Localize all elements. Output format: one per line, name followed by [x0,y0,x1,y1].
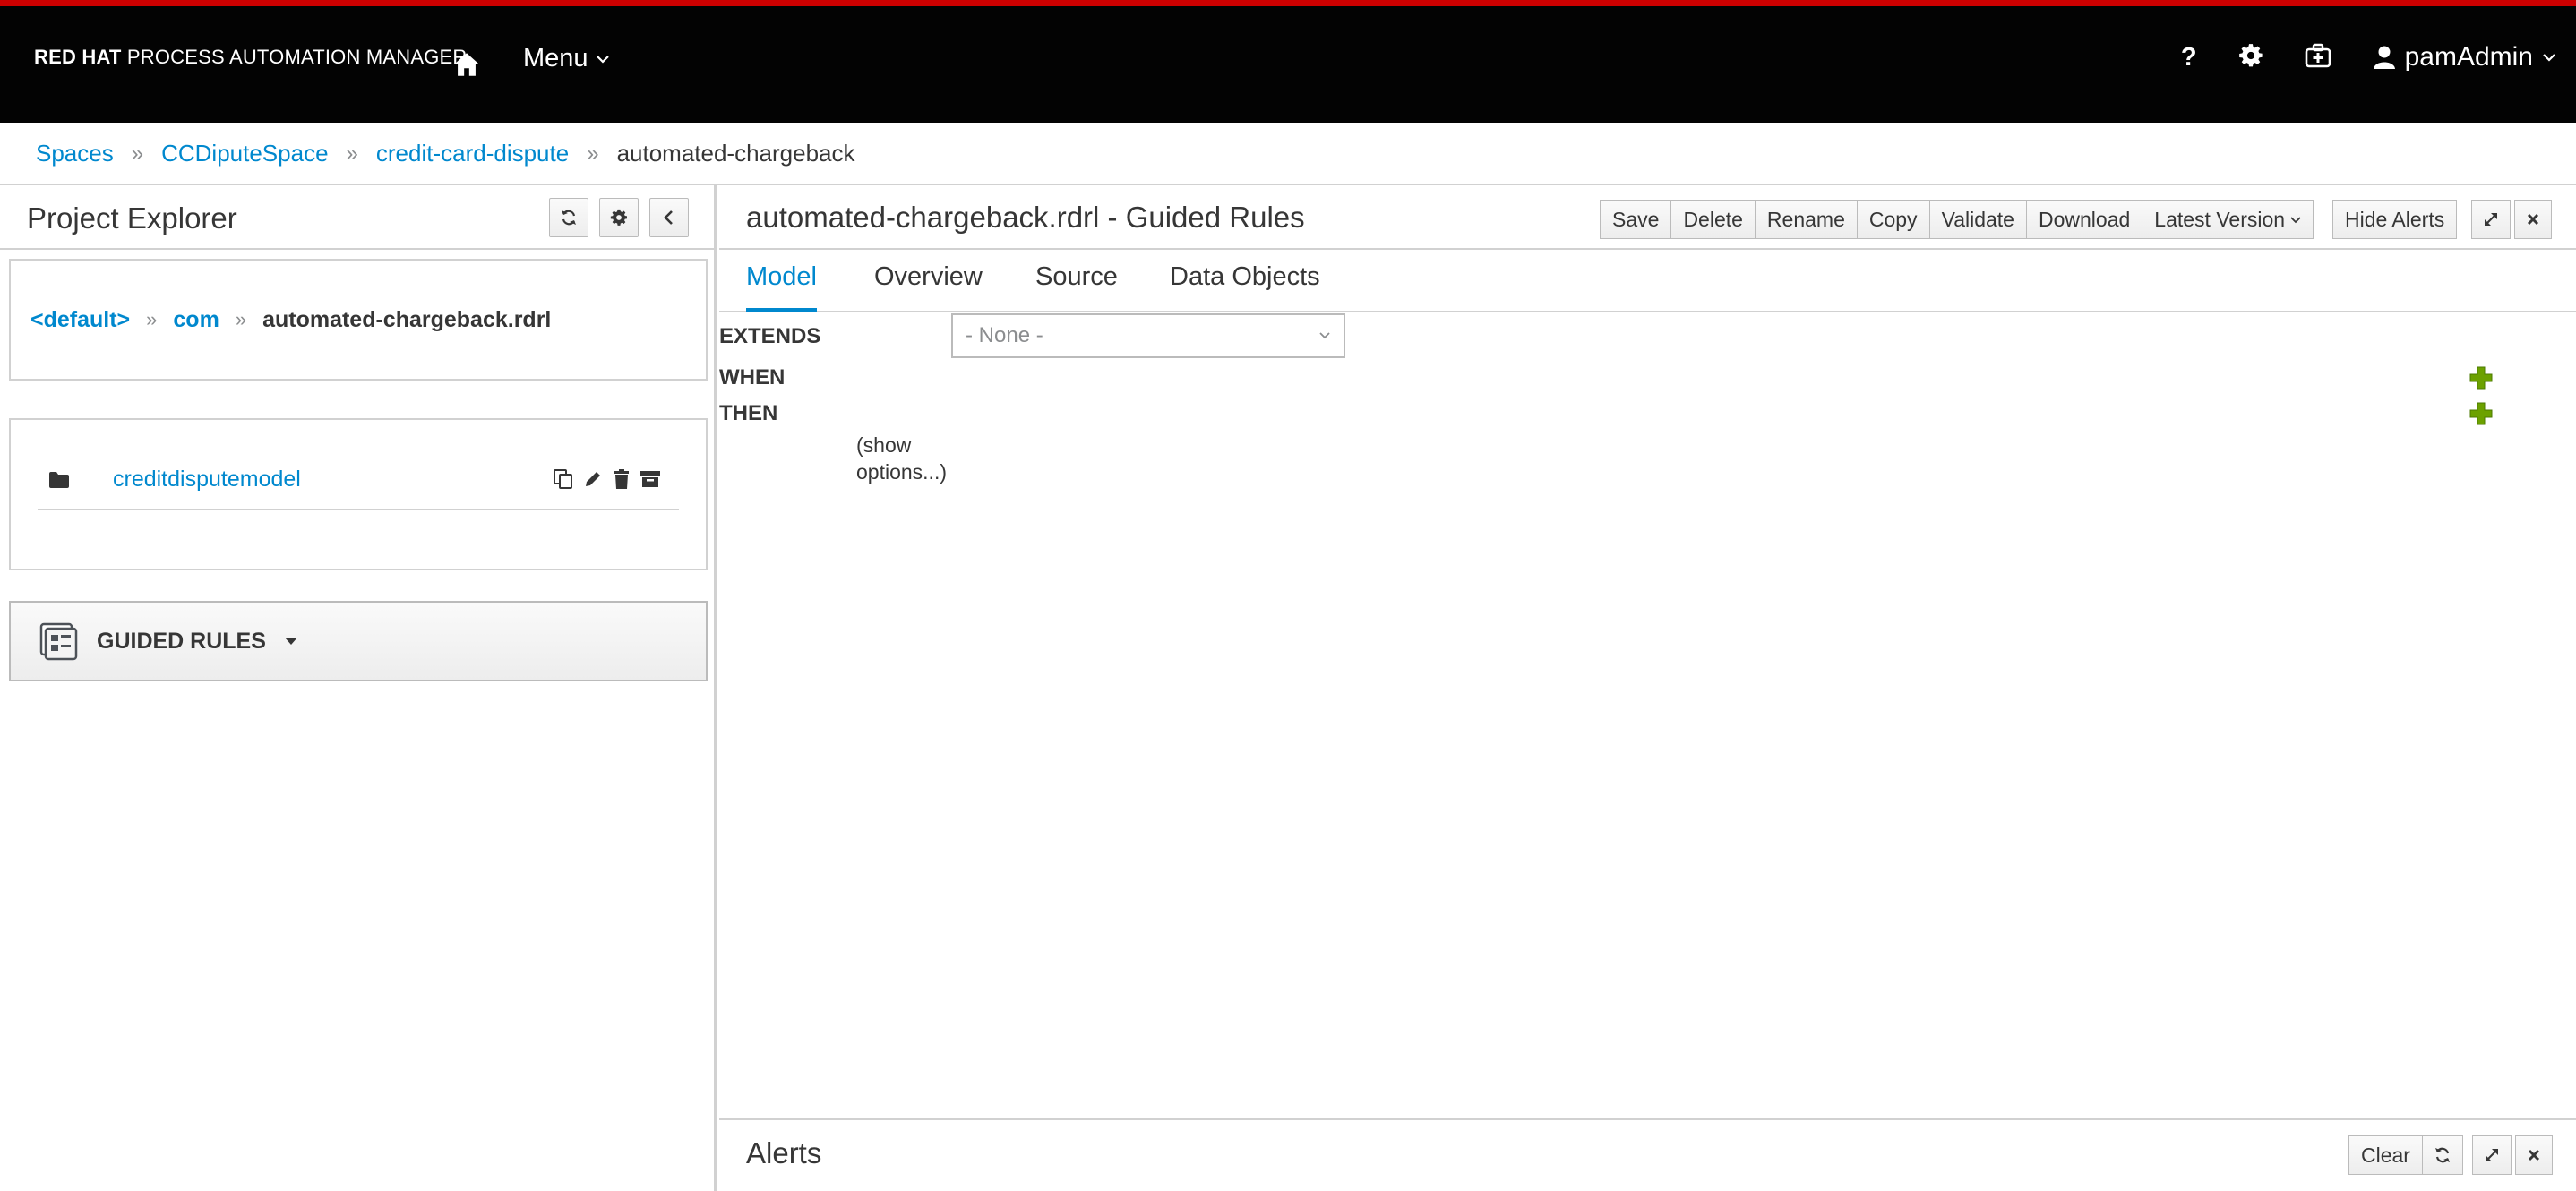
brand-bold: RED HAT [34,46,122,68]
refresh-icon [2434,1147,2450,1163]
copy-button[interactable]: Copy [1856,200,1930,239]
asset-type-label: GUIDED RULES [97,628,266,654]
tab-data-objects[interactable]: Data Objects [1170,262,1320,312]
folder-icon [49,471,69,488]
archive-icon[interactable] [640,468,661,494]
chevron-down-icon [1319,332,1330,339]
chevron-down-icon [596,55,609,64]
trash-icon[interactable] [612,468,631,494]
show-options-link[interactable]: (show options...) [856,432,973,485]
when-label: WHEN [719,365,786,390]
breadcrumb-separator: » [235,308,247,330]
extends-value: - None - [966,323,1043,347]
hide-alerts-button[interactable]: Hide Alerts [2332,200,2458,239]
refresh-icon [562,210,576,226]
brand-name: PROCESS AUTOMATION MANAGER [126,46,468,68]
add-condition-icon[interactable] [2469,366,2493,390]
close-alerts-button[interactable] [2514,1135,2553,1175]
top-navigation-bar: RED HAT PROCESS AUTOMATION MANAGER Menu … [0,0,2576,123]
panel-title: Project Explorer [27,201,237,235]
chevron-left-icon [664,210,673,225]
gear-icon [610,209,627,226]
first-aid-kit-icon[interactable] [2305,43,2331,73]
folder-actions [553,468,661,494]
pencil-icon[interactable] [582,468,604,494]
settings-button[interactable] [599,198,639,237]
clear-alerts-button[interactable]: Clear [2348,1135,2423,1175]
project-explorer-header: Project Explorer [0,185,714,250]
tab-overview[interactable]: Overview [874,262,983,312]
alerts-title: Alerts [746,1136,822,1170]
chevron-down-icon [2290,217,2301,224]
extends-label: EXTENDS [719,324,821,348]
breadcrumb-current: automated-chargeback [616,140,855,167]
breadcrumb-spaces[interactable]: Spaces [36,140,114,167]
collapse-panel-button[interactable] [649,198,689,237]
asset-type-dropdown[interactable]: GUIDED RULES [9,601,708,681]
utility-nav: ? pamAdmin [2181,42,2556,73]
close-icon [2527,213,2539,226]
rename-button[interactable]: Rename [1754,200,1858,239]
alerts-actions: Clear [2348,1135,2553,1175]
validate-button[interactable]: Validate [1928,200,2027,239]
editor-panel: automated-chargeback.rdrl - Guided Rules… [719,185,2576,1191]
project-explorer-panel: Project Explorer <default> » com » autom… [0,185,717,1191]
refresh-alerts-button[interactable] [2421,1135,2463,1175]
product-logo[interactable]: RED HAT PROCESS AUTOMATION MANAGER [34,46,468,69]
maximize-button[interactable] [2471,200,2511,239]
menu-label: Menu [523,44,588,73]
expand-icon [2485,1149,2498,1161]
download-button[interactable]: Download [2025,200,2143,239]
breadcrumb-separator: » [587,141,599,166]
maximize-alerts-button[interactable] [2471,1135,2512,1175]
alerts-toolbar: Hide Alerts [2332,200,2458,239]
breadcrumb-separator: » [346,141,358,166]
then-label: THEN [719,401,778,425]
save-button[interactable]: Save [1600,200,1672,239]
current-file: automated-chargeback.rdrl [262,306,552,332]
folder-list: creditdisputemodel [9,418,708,570]
package-default-link[interactable]: <default> [30,307,130,333]
breadcrumb-separator: » [131,141,144,166]
menu-dropdown[interactable]: Menu [523,44,610,73]
delete-button[interactable]: Delete [1670,200,1756,239]
expand-icon [2485,213,2497,226]
user-name: pamAdmin [2404,42,2533,72]
close-button[interactable] [2514,200,2552,239]
breadcrumb-project[interactable]: credit-card-dispute [376,140,569,167]
package-com-link[interactable]: com [173,307,219,333]
help-icon[interactable]: ? [2181,43,2197,73]
breadcrumb-space[interactable]: CCDiputeSpace [161,140,328,167]
chevron-down-icon [2543,54,2555,62]
close-icon [2528,1149,2540,1161]
tab-model[interactable]: Model [746,262,817,312]
breadcrumb-separator: » [146,308,158,330]
home-icon[interactable] [451,49,482,80]
guided-rules-icon [39,622,78,661]
package-breadcrumb: <default> » com » automated-chargeback.r… [9,259,708,381]
editor-toolbar: Save Delete Rename Copy Validate Downloa… [1600,200,2314,239]
latest-version-dropdown[interactable]: Latest Version [2142,200,2314,239]
tab-source[interactable]: Source [1035,262,1118,312]
list-item[interactable]: creditdisputemodel [38,450,679,510]
folder-name[interactable]: creditdisputemodel [113,467,301,493]
window-controls [2471,200,2552,239]
refresh-button[interactable] [549,198,588,237]
copy-icon[interactable] [553,468,574,494]
caret-down-icon [284,638,297,645]
user-icon [2373,46,2395,69]
editor-title: automated-chargeback.rdrl - Guided Rules [746,201,1305,234]
alerts-panel: Alerts Clear [719,1118,2576,1191]
extends-select[interactable]: - None - [951,313,1345,358]
gear-icon[interactable] [2238,43,2263,73]
latest-version-label: Latest Version [2154,207,2286,231]
breadcrumb: Spaces » CCDiputeSpace » credit-card-dis… [0,123,2576,185]
editor-header: automated-chargeback.rdrl - Guided Rules… [719,185,2576,250]
editor-tabs: Model Overview Source Data Objects [719,250,2576,312]
add-action-icon[interactable] [2469,402,2493,425]
user-menu[interactable]: pamAdmin [2373,42,2556,73]
